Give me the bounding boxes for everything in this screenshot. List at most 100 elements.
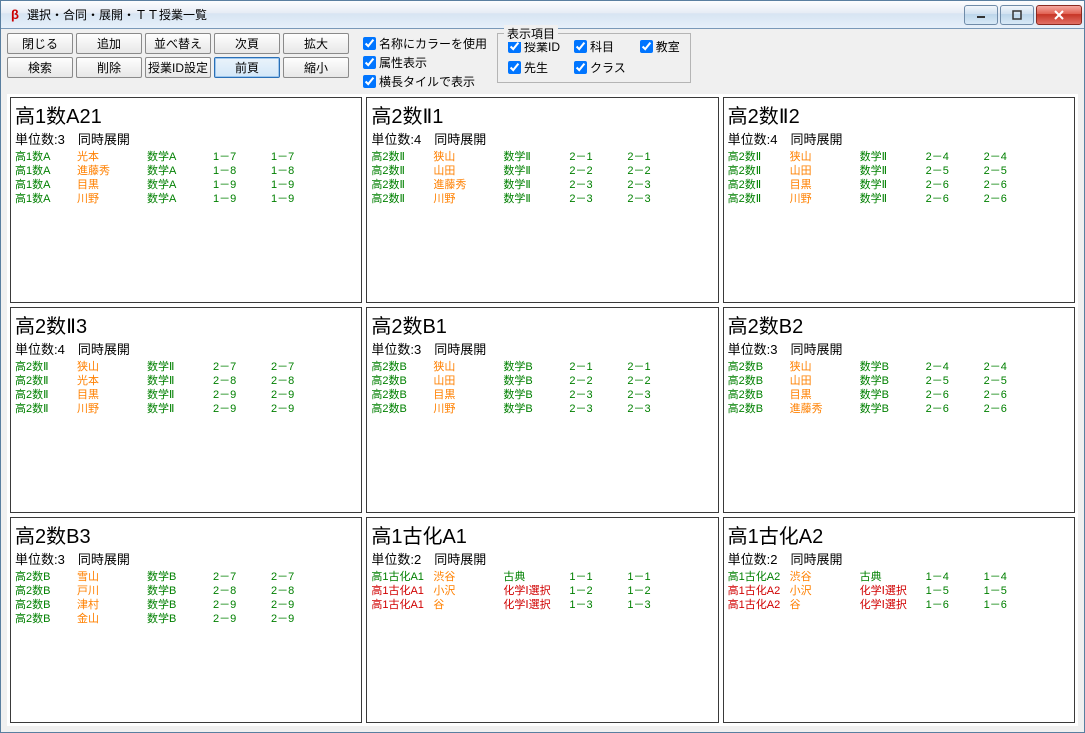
card-title: 高2数B1 [371,310,713,339]
lesson-card[interactable]: 高2数B1単位数:3 同時展開高2数B狭山数学B2－12－1高2数B山田数学B2… [366,307,718,513]
check-attr-show[interactable]: 属性表示 [363,54,487,71]
cell-class: 2－6 [926,178,984,192]
cell-class: 2－9 [213,598,271,612]
cell-lesson-id: 高2数B [371,360,433,374]
check-tile-wide-box[interactable] [363,75,376,88]
cell-lesson-id: 高2数Ⅱ [728,150,790,164]
lesson-row: 高1数A目黒数学A1－91－9 [15,178,357,192]
cell-class: 1－7 [213,150,271,164]
lesson-card[interactable]: 高2数Ⅱ2単位数:4 同時展開高2数Ⅱ狭山数学Ⅱ2－42－4高2数Ⅱ山田数学Ⅱ2… [723,97,1075,303]
cell-teacher: 川野 [790,192,860,206]
card-rows: 高2数Ⅱ狭山数学Ⅱ2－12－1高2数Ⅱ山田数学Ⅱ2－22－2高2数Ⅱ進藤秀数学Ⅱ… [371,150,713,206]
mode-label: 同時展開 [78,342,130,357]
cell-subject: 化学Ⅰ選択 [503,598,569,612]
cell-lesson-id: 高1古化A1 [371,598,433,612]
toolbar-button[interactable]: 削除 [76,57,142,78]
lesson-row: 高2数Ⅱ目黒数学Ⅱ2－62－6 [728,178,1070,192]
window-controls [964,5,1082,25]
cell-lesson-id: 高2数B [371,402,433,416]
lesson-card[interactable]: 高1数A21単位数:3 同時展開高1数A光本数学A1－71－7高1数A進藤秀数学… [10,97,362,303]
cell-lesson-id: 高2数Ⅱ [371,164,433,178]
cell-room: 2－7 [271,360,319,374]
lesson-card[interactable]: 高1古化A2単位数:2 同時展開高1古化A2渋谷古典1－41－4高1古化A2小沢… [723,517,1075,723]
lesson-card[interactable]: 高2数Ⅱ3単位数:4 同時展開高2数Ⅱ狭山数学Ⅱ2－72－7高2数Ⅱ光本数学Ⅱ2… [10,307,362,513]
toolbar-button[interactable]: 授業ID設定 [145,57,211,78]
cell-subject: 数学Ⅱ [147,402,213,416]
toolbar-button[interactable]: 前頁 [214,57,280,78]
cell-room: 1－4 [984,570,1032,584]
check-name-color-label: 名称にカラーを使用 [379,35,487,52]
units-value: 3 [770,342,777,357]
toolbar-button[interactable]: 検索 [7,57,73,78]
cell-class: 2－1 [569,360,627,374]
card-rows: 高2数Ⅱ狭山数学Ⅱ2－42－4高2数Ⅱ山田数学Ⅱ2－52－5高2数Ⅱ目黒数学Ⅱ2… [728,150,1070,206]
cell-lesson-id: 高2数B [728,374,790,388]
cell-lesson-id: 高2数Ⅱ [15,402,77,416]
lesson-card[interactable]: 高2数B2単位数:3 同時展開高2数B狭山数学B2－42－4高2数B山田数学B2… [723,307,1075,513]
lesson-row: 高2数B金山数学B2－92－9 [15,612,357,626]
lesson-row: 高2数Ⅱ進藤秀数学Ⅱ2－32－3 [371,178,713,192]
lesson-row: 高2数B進藤秀数学B2－62－6 [728,402,1070,416]
cell-subject: 数学B [503,388,569,402]
cell-room: 1－1 [627,570,675,584]
lesson-row: 高2数Ⅱ川野数学Ⅱ2－62－6 [728,192,1070,206]
lesson-card[interactable]: 高2数Ⅱ1単位数:4 同時展開高2数Ⅱ狭山数学Ⅱ2－12－1高2数Ⅱ山田数学Ⅱ2… [366,97,718,303]
lesson-row: 高2数B津村数学B2－92－9 [15,598,357,612]
check-class[interactable]: クラス [574,59,626,76]
cell-class: 1－6 [926,598,984,612]
units-label: 単位数: [15,342,58,357]
lesson-row: 高2数B山田数学B2－52－5 [728,374,1070,388]
close-button[interactable] [1036,5,1082,25]
check-room[interactable]: 教室 [640,38,680,55]
cell-teacher: 谷 [433,598,503,612]
cell-subject: 数学Ⅱ [147,388,213,402]
cell-room: 2－3 [627,192,675,206]
toolbar-button[interactable]: 次頁 [214,33,280,54]
cell-lesson-id: 高1古化A2 [728,584,790,598]
cell-room: 1－7 [271,150,319,164]
cell-teacher: 川野 [433,192,503,206]
lesson-row: 高2数B雪山数学B2－72－7 [15,570,357,584]
card-rows: 高2数Ⅱ狭山数学Ⅱ2－72－7高2数Ⅱ光本数学Ⅱ2－82－8高2数Ⅱ目黒数学Ⅱ2… [15,360,357,416]
check-attr-show-box[interactable] [363,56,376,69]
cell-subject: 数学B [503,360,569,374]
cell-lesson-id: 高2数Ⅱ [728,178,790,192]
cell-room: 2－7 [271,570,319,584]
toolbar-button[interactable]: 縮小 [283,57,349,78]
maximize-button[interactable] [1000,5,1034,25]
cell-class: 2－9 [213,388,271,402]
cell-room: 2－9 [271,612,319,626]
cell-teacher: 光本 [77,374,147,388]
mode-label: 同時展開 [791,342,843,357]
cell-room: 2－8 [271,584,319,598]
check-subject[interactable]: 科目 [574,38,626,55]
lesson-card[interactable]: 高2数B3単位数:3 同時展開高2数B雪山数学B2－72－7高2数B戸川数学B2… [10,517,362,723]
lesson-row: 高1数A進藤秀数学A1－81－8 [15,164,357,178]
card-title: 高1古化A1 [371,520,713,549]
cell-lesson-id: 高2数Ⅱ [15,388,77,402]
cell-room: 1－9 [271,192,319,206]
check-tile-wide[interactable]: 横長タイルで表示 [363,73,487,90]
toolbar-button[interactable]: 並べ替え [145,33,211,54]
check-teacher[interactable]: 先生 [508,59,560,76]
cell-subject: 化学Ⅰ選択 [503,584,569,598]
cell-class: 2－6 [926,192,984,206]
cell-room: 2－1 [627,360,675,374]
check-name-color[interactable]: 名称にカラーを使用 [363,35,487,52]
check-name-color-box[interactable] [363,37,376,50]
cell-class: 2－4 [926,150,984,164]
cell-subject: 数学B [147,584,213,598]
cell-class: 2－7 [213,570,271,584]
cell-subject: 数学Ⅱ [860,150,926,164]
cell-class: 1－9 [213,178,271,192]
mode-label: 同時展開 [791,552,843,567]
toolbar-button[interactable]: 追加 [76,33,142,54]
toolbar-button[interactable]: 閉じる [7,33,73,54]
mode-label: 同時展開 [434,552,486,567]
minimize-button[interactable] [964,5,998,25]
cell-class: 2－2 [569,164,627,178]
toolbar-button[interactable]: 拡大 [283,33,349,54]
lesson-card[interactable]: 高1古化A1単位数:2 同時展開高1古化A1渋谷古典1－11－1高1古化A1小沢… [366,517,718,723]
cell-subject: 数学B [147,598,213,612]
card-rows: 高1古化A2渋谷古典1－41－4高1古化A2小沢化学Ⅰ選択1－51－5高1古化A… [728,570,1070,612]
